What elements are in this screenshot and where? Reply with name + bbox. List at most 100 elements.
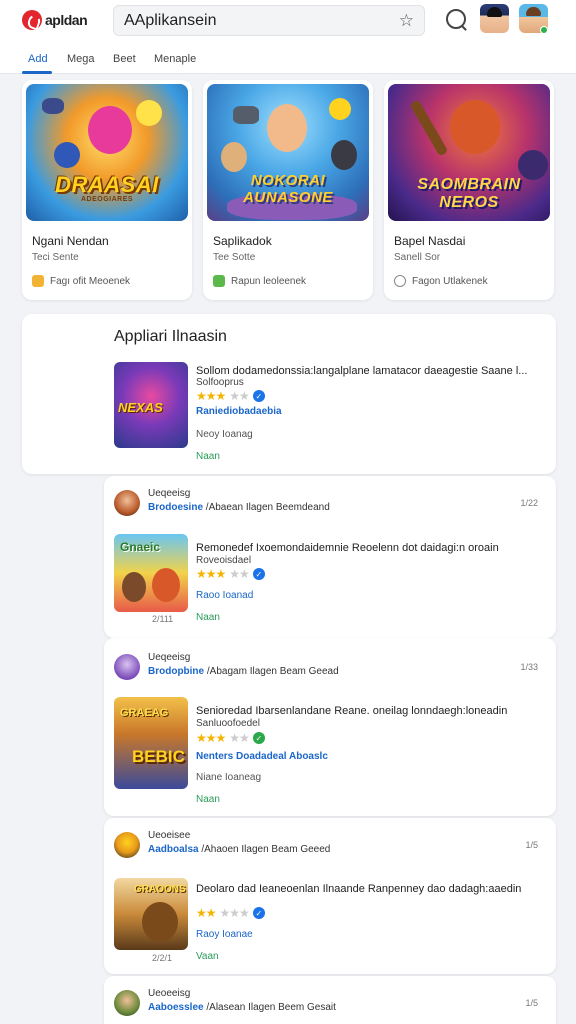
- app-developer[interactable]: Nenters Doadadeal Aboaslc: [196, 751, 328, 762]
- search-bar[interactable]: ☆: [113, 5, 425, 36]
- thumbnail-caption: 2/111: [152, 614, 174, 624]
- featured-footer-text: Fagon Utlakenek: [412, 275, 488, 287]
- featured-art-title: NOKORAI AUNASONE: [243, 172, 333, 206]
- app-subtitle: Solfooprus: [196, 377, 244, 388]
- featured-name: Ngani Nendan: [32, 234, 109, 248]
- logo-icon: [22, 10, 42, 30]
- featured-card[interactable]: SAOMBRAIN NEROS Bapel Nasdai Sanell Sor …: [384, 80, 554, 300]
- tab-mega[interactable]: Mega: [67, 53, 95, 65]
- online-status-dot: [540, 26, 548, 34]
- app-thumbnail[interactable]: GRAOONS: [114, 878, 188, 950]
- app-title[interactable]: Deolaro dad Ieaneoenlan Ilnaande Ranpenn…: [196, 883, 541, 895]
- post-header: Ueqeeisg Brodopbine /Abagam Ilagen Beam …: [114, 652, 544, 684]
- install-link[interactable]: Naan: [196, 794, 220, 805]
- rating-stars: ★★★★★✓: [196, 567, 265, 581]
- post-developer[interactable]: Brodopbine: [148, 666, 204, 677]
- post-line-text: /Alasean Ilagen Beem Gesait: [206, 1002, 336, 1013]
- verified-icon: ✓: [252, 390, 265, 402]
- featured-footer: Fagon Utlakenek: [394, 275, 488, 287]
- post-line: Aaboesslee /Alasean Ilagen Beem Gesait: [148, 1002, 336, 1013]
- post-time: 1/5: [525, 840, 538, 850]
- featured-game-art: NOKORAI AUNASONE: [207, 84, 369, 221]
- post-line-text: /Ahaoen Ilagen Beam Geeed: [201, 844, 331, 855]
- tab-beet[interactable]: Beet: [113, 53, 136, 65]
- post-avatar[interactable]: [114, 990, 140, 1016]
- featured-game-art: SAOMBRAIN NEROS: [388, 84, 550, 221]
- post-header: Ueqeeisg Brodoesine /Abaean Ilagen Beemd…: [114, 488, 544, 520]
- install-link[interactable]: Naan: [196, 612, 220, 623]
- install-link[interactable]: Vaan: [196, 951, 219, 962]
- post-developer[interactable]: Brodoesine: [148, 502, 203, 513]
- featured-footer: Fagı ofit Meoenek: [32, 275, 130, 287]
- featured-subtitle: Sanell Sor: [394, 252, 441, 263]
- app-subtitle: Sanluoofoedel: [196, 718, 260, 729]
- rating-stars: ★★★★★✓: [196, 906, 265, 920]
- app-list-item[interactable]: GRAOONS Deolaro dad Ieaneoenlan Ilnaande…: [114, 878, 534, 966]
- chat-icon: [394, 275, 406, 287]
- featured-game-art: DRAASAI ADEOGIARES: [26, 84, 188, 221]
- app-thumbnail[interactable]: GRAEAG BEBIC: [114, 697, 188, 789]
- featured-name: Bapel Nasdai: [394, 234, 466, 248]
- featured-card[interactable]: NOKORAI AUNASONE Saplikadok Tee Sotte Ra…: [203, 80, 373, 300]
- post-author: Ueoeeisg: [148, 988, 191, 999]
- post-author: Ueqeeisg: [148, 652, 191, 663]
- verified-icon: ✓: [252, 568, 265, 580]
- box-icon: [32, 275, 44, 287]
- featured-name: Saplikadok: [213, 234, 272, 248]
- app-developer[interactable]: Raniediobadaebia: [196, 406, 282, 417]
- post-header: Ueoeisee Aadboalsa /Ahaoen Ilagen Beam G…: [114, 830, 544, 862]
- featured-art-subtitle: ADEOGIARES: [80, 196, 134, 203]
- tab-bar: Add Mega Beet Menaple: [0, 44, 576, 74]
- app-thumbnail[interactable]: Gnaeic: [114, 534, 188, 612]
- shield-icon: [213, 275, 225, 287]
- post-line: Brodopbine /Abagam Ilagen Beam Geead: [148, 666, 339, 677]
- app-list-item[interactable]: NEXAS Sollom dodamedonssia:langalplane l…: [114, 362, 534, 462]
- thumbnail-caption: 2/2/1: [152, 953, 173, 963]
- post-author: Ueqeeisg: [148, 488, 191, 499]
- post-header: Ueoeeisg Aaboesslee /Alasean Ilagen Beem…: [114, 988, 544, 1020]
- post-time: 1/33: [520, 662, 538, 672]
- post-developer[interactable]: Aadboalsa: [148, 844, 199, 855]
- verified-icon: ✓: [252, 907, 265, 919]
- app-meta: Raoo Ioanad: [196, 590, 254, 601]
- tab-menaple[interactable]: Menaple: [154, 53, 196, 65]
- tab-add[interactable]: Add: [28, 53, 48, 65]
- post-time: 1/5: [525, 998, 538, 1008]
- user-avatar[interactable]: [480, 4, 509, 33]
- top-bar: apldan ☆: [0, 0, 576, 44]
- featured-art-title: DRAASAI: [55, 172, 159, 197]
- post-avatar[interactable]: [114, 654, 140, 680]
- install-link[interactable]: Naan: [196, 451, 220, 462]
- app-title[interactable]: Senioredad Ibarsenlandane Reane. oneilag…: [196, 705, 541, 717]
- post-line: Brodoesine /Abaean Ilagen Beemdeand: [148, 502, 330, 513]
- featured-footer-text: Fagı ofit Meoenek: [50, 275, 131, 287]
- app-title[interactable]: Remonedef Ixoemondaidemnie Reoelenn dot …: [196, 542, 541, 554]
- app-list-item[interactable]: Gnaeic Remonedef Ixoemondaidemnie Reoele…: [114, 534, 534, 626]
- post-time: 1/22: [520, 498, 538, 508]
- app-meta: Raoy Ioanae: [196, 929, 253, 940]
- rating-stars: ★★★★★✓: [196, 731, 265, 745]
- post-developer[interactable]: Aaboesslee: [148, 1002, 204, 1013]
- app-list-item[interactable]: GRAEAG BEBIC Senioredad Ibarsenlandane R…: [114, 697, 534, 807]
- app-thumbnail[interactable]: NEXAS: [114, 362, 188, 448]
- post-avatar[interactable]: [114, 832, 140, 858]
- post-avatar[interactable]: [114, 490, 140, 516]
- star-icon[interactable]: ☆: [399, 11, 414, 31]
- verified-icon: ✓: [252, 732, 265, 744]
- app-logo[interactable]: apldan: [22, 10, 88, 30]
- rating-stars: ★★★★★✓: [196, 389, 265, 403]
- featured-art-title: SAOMBRAIN NEROS: [417, 176, 521, 211]
- featured-subtitle: Tee Sotte: [213, 252, 256, 263]
- app-subtitle: Roveoisdael: [196, 555, 252, 566]
- featured-subtitle: Teci Sente: [32, 252, 79, 263]
- section-title: Appliari Ilnaasin: [114, 328, 227, 345]
- search-icon[interactable]: [446, 9, 466, 29]
- featured-card[interactable]: DRAASAI ADEOGIARES Ngani Nendan Teci Sen…: [22, 80, 192, 300]
- app-meta: Niane Ioaneag: [196, 772, 262, 783]
- post-author: Ueoeisee: [148, 830, 191, 841]
- post-line-text: /Abaean Ilagen Beemdeand: [205, 502, 330, 513]
- app-title[interactable]: Sollom dodamedonssia:langalplane lamatac…: [196, 365, 541, 377]
- logo-text: apldan: [45, 12, 88, 28]
- post-line-text: /Abagam Ilagen Beam Geead: [206, 666, 339, 677]
- search-input[interactable]: [124, 11, 394, 30]
